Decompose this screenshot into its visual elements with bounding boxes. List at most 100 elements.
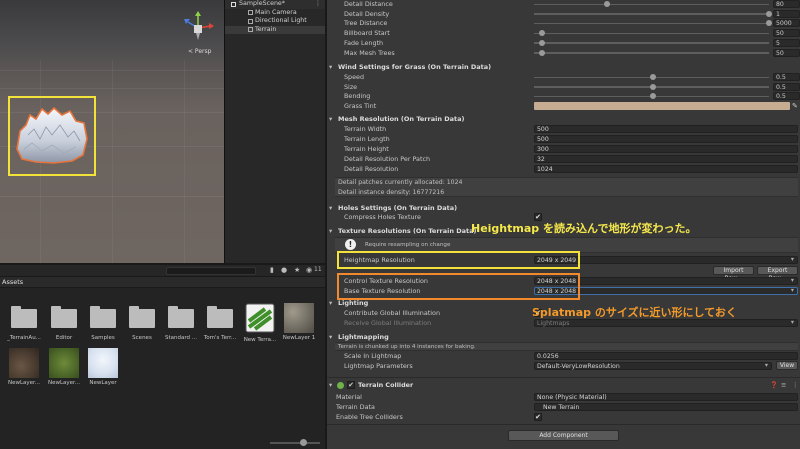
scale-in-lightmap-input[interactable]: 0.0256: [534, 352, 798, 360]
value-input[interactable]: 500: [534, 125, 798, 133]
project-search-input[interactable]: [166, 267, 256, 275]
help-icon[interactable]: ❓: [770, 380, 778, 391]
asset-terrain-data[interactable]: New Terra...: [241, 303, 279, 343]
terrain-mesh[interactable]: [14, 105, 90, 167]
asset-label: Editor: [55, 335, 73, 341]
lightmap-parameters-dropdown[interactable]: Default-VeryLowResolution: [534, 362, 772, 370]
hierarchy-item-main-camera[interactable]: Main Camera: [225, 9, 325, 18]
slider-handle[interactable]: [766, 20, 772, 27]
collider-enabled-checkbox[interactable]: ✔: [347, 381, 355, 389]
terrain-data-object-field[interactable]: New Terrain: [534, 403, 798, 411]
field-label: Terrain Width: [344, 125, 387, 133]
info-line: Detail patches currently allocated: 1024: [338, 179, 463, 186]
thumbnail-size-slider[interactable]: [270, 442, 320, 444]
view-button[interactable]: View: [776, 361, 798, 370]
slider-handle[interactable]: [603, 1, 610, 7]
hierarchy-item-directional-light[interactable]: Directional Light: [225, 17, 325, 26]
import-raw-button[interactable]: Import Raw...: [713, 266, 754, 282]
asset-terrain-layer[interactable]: NewLayer: [84, 348, 122, 386]
export-raw-button[interactable]: Export Raw...: [757, 266, 798, 282]
grass-layer-thumbnail: [49, 348, 79, 378]
collapse-icon[interactable]: ▾: [329, 380, 332, 391]
slider-value-input[interactable]: 50: [773, 48, 800, 57]
slider-handle[interactable]: [538, 30, 545, 37]
slider-value-input[interactable]: 1: [773, 9, 800, 18]
splatmap-annotation: Splatmap のサイズに近い形にしておく: [532, 306, 737, 319]
value-input[interactable]: 300: [534, 145, 798, 153]
asset-terrain-layer[interactable]: NewLayer 1: [280, 303, 318, 341]
hierarchy-item-terrain[interactable]: Terrain: [225, 25, 325, 34]
asset-folder[interactable]: Tom's Terr...: [201, 303, 239, 341]
asset-terrain-layer[interactable]: NewLayer...: [45, 348, 83, 386]
asset-label: Scenes: [132, 335, 152, 341]
project-toolbar: ▮ ● ★ ◉ 11: [0, 265, 325, 277]
slider-handle[interactable]: [766, 10, 772, 17]
hidden-packages-icon[interactable]: ◉: [306, 266, 312, 274]
more-options-icon[interactable]: ⋮: [792, 380, 798, 391]
detail-allocation-info: Detail patches currently allocated: 1024…: [335, 177, 798, 197]
slider-track[interactable]: [534, 52, 769, 54]
grass-tint-color-field[interactable]: [534, 102, 790, 110]
slider-value-input[interactable]: 5: [773, 38, 800, 47]
slider-value-input[interactable]: 0.5: [773, 73, 800, 81]
enable-tree-colliders-checkbox[interactable]: ✔: [534, 413, 542, 421]
lightmapping-title[interactable]: Lightmapping: [327, 332, 800, 342]
hierarchy-panel[interactable]: SampleScene* ⋮ Main Camera Directional L…: [224, 0, 325, 263]
asset-folder[interactable]: Samples: [84, 303, 122, 341]
slider-value-input[interactable]: 0.5: [773, 92, 800, 101]
value-input[interactable]: 32: [534, 155, 798, 163]
slider-track[interactable]: [534, 42, 769, 44]
hidden-count: 11: [314, 266, 322, 273]
asset-folder[interactable]: _TerrainAu...: [5, 303, 43, 341]
slider-handle[interactable]: [650, 74, 656, 80]
slider-value-input[interactable]: 50: [773, 29, 800, 38]
lock-icon[interactable]: ▮: [270, 266, 274, 274]
slider-handle[interactable]: [650, 83, 656, 90]
more-options-icon[interactable]: ⋮: [315, 0, 321, 9]
field-row: Terrain Height 300: [327, 144, 800, 154]
component-title: Terrain Collider: [358, 381, 414, 389]
slider-value-input[interactable]: 0.5: [773, 82, 800, 91]
slider-track[interactable]: [534, 13, 769, 15]
assets-breadcrumb[interactable]: Assets: [0, 277, 325, 288]
value-input[interactable]: 500: [534, 135, 798, 143]
slider-row: Speed 0.5: [327, 72, 800, 82]
slider-handle[interactable]: [538, 39, 545, 46]
asset-folder[interactable]: Standard ...: [162, 303, 200, 341]
project-panel[interactable]: ▮ ● ★ ◉ 11 Assets _TerrainAu... Editor S…: [0, 263, 325, 449]
hierarchy-scene-root[interactable]: SampleScene* ⋮: [225, 0, 325, 9]
slider-track[interactable]: [534, 32, 769, 35]
label-filter-icon[interactable]: ●: [281, 266, 287, 274]
warning-icon: !: [345, 239, 356, 250]
field-label: Material: [336, 393, 362, 401]
asset-folder[interactable]: Scenes: [123, 303, 161, 341]
asset-terrain-layer[interactable]: NewLayer...: [5, 348, 43, 386]
field-label: Grass Tint: [344, 102, 377, 110]
slider-handle[interactable]: [650, 93, 656, 100]
collider-terrain-data-row: Terrain Data New Terrain: [327, 402, 800, 412]
lightmap-parameters-row: Lightmap Parameters Default-VeryLowResol…: [327, 361, 800, 371]
orientation-gizmo-icon[interactable]: [180, 10, 216, 46]
add-component-button[interactable]: Add Component: [508, 430, 619, 441]
slider-track[interactable]: [534, 3, 769, 5]
asset-folder[interactable]: Editor: [45, 303, 83, 341]
slider-value-input[interactable]: 80: [773, 0, 800, 8]
slider-track[interactable]: [534, 22, 769, 25]
value-input[interactable]: 1024: [534, 165, 798, 173]
mesh-resolution-title[interactable]: Mesh Resolution (On Terrain Data): [327, 114, 800, 124]
slider-row: Tree Distance 5000: [327, 18, 800, 28]
material-object-field[interactable]: None (Physic Material): [534, 393, 798, 401]
perspective-label[interactable]: < Persp: [188, 48, 211, 55]
heightmap-highlight-box: [337, 251, 580, 269]
wind-settings-title[interactable]: Wind Settings for Grass (On Terrain Data…: [327, 62, 800, 72]
eyedropper-icon[interactable]: ✎: [792, 101, 798, 111]
star-filter-icon[interactable]: ★: [294, 266, 300, 274]
preset-icon[interactable]: ≡: [781, 380, 786, 391]
thumbnail-size-handle[interactable]: [300, 439, 307, 446]
scene-view[interactable]: < Persp: [0, 0, 224, 263]
field-label: Contribute Global Illumination: [344, 309, 441, 317]
slider-value-input[interactable]: 5000: [773, 19, 800, 28]
field-label: Tree Distance: [344, 19, 388, 28]
slider-handle[interactable]: [538, 49, 545, 56]
terrain-collider-header[interactable]: ▾ ✔ Terrain Collider ❓ ≡ ⋮: [327, 380, 800, 391]
